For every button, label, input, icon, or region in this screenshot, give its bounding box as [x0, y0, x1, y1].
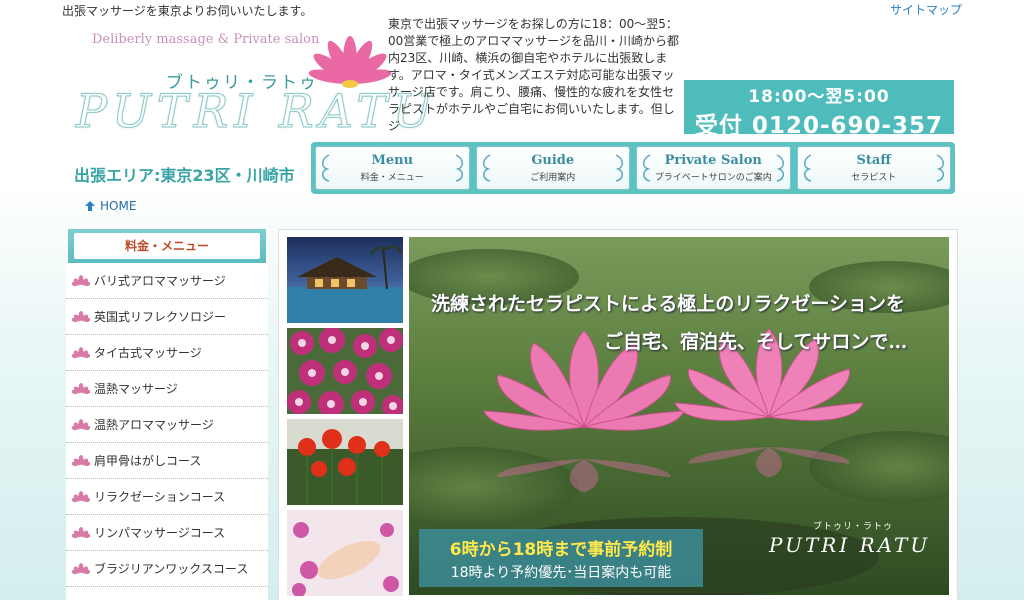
sidebar-item-label: タイ古式マッサージ — [94, 346, 202, 360]
site-logo[interactable]: Deliberly massage & Private salon ブトゥリ・ラ… — [70, 26, 433, 144]
orchid-flowers-thumbnail[interactable] — [287, 328, 403, 414]
sidebar-heading: 料金・メニュー — [74, 233, 260, 259]
ornament-icon — [643, 154, 651, 182]
ornament-icon — [455, 154, 463, 182]
hero-banner[interactable]: 洗練されたセラピストによる極上のリラクゼーションを ご自宅、宿泊先、そしてサロン… — [409, 237, 949, 595]
lotus-icon — [72, 490, 90, 502]
hero-headline-1: 洗練されたセラピストによる極上のリラクゼーションを — [431, 293, 906, 315]
nav-guide-label: Guide — [531, 153, 575, 168]
sidebar-item-label: バリ式アロママッサージ — [94, 274, 226, 288]
nav-menu-button[interactable]: Menu 料金・メニュー — [315, 146, 470, 190]
nav-staff-button[interactable]: Staff セラピスト — [796, 146, 951, 190]
nav-menu-label: Menu — [371, 153, 414, 168]
lotus-icon — [72, 310, 90, 322]
sidebar-item-reflexology[interactable]: 英国式リフレクソロジー — [66, 299, 268, 335]
phone-contact-box[interactable]: 18:00〜翌5:00 受付 0120-690-357 — [684, 80, 954, 139]
ornament-icon — [803, 154, 811, 182]
nav-staff-label: Staff — [856, 153, 892, 168]
hero-logo: ブトゥリ・ラトゥ PUTRI RATU — [765, 519, 935, 579]
hero-headline-2: ご自宅、宿泊先、そしてサロンで… — [604, 331, 908, 353]
lotus-icon — [72, 562, 90, 574]
ornament-icon — [615, 154, 623, 182]
sidebar-item-thermal-massage[interactable]: 温熱マッサージ — [66, 371, 268, 407]
sidebar-item-lymph[interactable]: リンパマッサージコース — [66, 515, 268, 551]
ornament-icon — [322, 154, 330, 182]
phone-number: 受付 0120-690-357 — [694, 113, 944, 139]
ornament-icon — [776, 154, 784, 182]
foot-petals-thumbnail[interactable] — [287, 510, 403, 596]
sidebar-item-brazilian-wax[interactable]: ブラジリアンワックスコース — [66, 551, 268, 587]
sidebar: 料金・メニュー バリ式アロママッサージ 英国式リフレクソロジー タイ古式マッサー… — [66, 229, 268, 600]
lotus-icon — [72, 418, 90, 430]
lotus-icon — [72, 526, 90, 538]
hero-logo-wordmark: PUTRI RATU — [769, 533, 931, 557]
main-nav: Menu 料金・メニュー Guide ご利用案内 Private Salon プ… — [311, 142, 955, 194]
sidebar-item-label: ブラジリアンワックスコース — [94, 562, 249, 576]
nav-guide-sublabel: ご利用案内 — [530, 173, 576, 183]
breadcrumb-home-link[interactable]: HOME — [84, 199, 136, 213]
logo-subtitle: Deliberly massage & Private salon — [92, 32, 320, 47]
lotus-icon — [72, 274, 90, 286]
sidebar-item-thermal-aroma[interactable]: 温熱アロママッサージ — [66, 407, 268, 443]
resort-pool-thumbnail[interactable] — [287, 237, 403, 323]
ornament-icon — [482, 154, 490, 182]
site-tagline: 出張マッサージを東京よりお伺いいたします。 — [62, 4, 313, 18]
lotus-icon — [72, 346, 90, 358]
nav-guide-button[interactable]: Guide ご利用案内 — [475, 146, 630, 190]
sidebar-item-bali-aroma[interactable]: バリ式アロママッサージ — [66, 263, 268, 299]
ornament-icon — [936, 154, 944, 182]
sidebar-item-label: 肩甲骨はがしコース — [94, 454, 202, 468]
nav-private-salon-sublabel: プライベートサロンのご案内 — [654, 173, 772, 183]
sidebar-item-label: 英国式リフレクソロジー — [94, 310, 227, 324]
hero-logo-kana: ブトゥリ・ラトゥ — [813, 522, 894, 532]
sidebar-item-label: 温熱アロママッサージ — [94, 418, 214, 432]
sidebar-item-label: リラクゼーションコース — [94, 490, 226, 504]
nav-private-salon-button[interactable]: Private Salon プライベートサロンのご案内 — [636, 146, 791, 190]
sidebar-heading-box: 料金・メニュー — [68, 229, 266, 263]
breadcrumb-home-label: HOME — [100, 199, 137, 213]
lotus-icon — [72, 382, 90, 394]
nav-staff-sublabel: セラピスト — [851, 173, 897, 183]
thumbnail-column — [287, 237, 405, 600]
business-hours: 18:00〜翌5:00 — [748, 87, 890, 107]
nav-menu-sublabel: 料金・メニュー — [360, 173, 424, 183]
nav-private-salon-label: Private Salon — [664, 153, 762, 168]
reservation-banner: 6時から18時まで事前予約制 18時より予約優先･当日案内も可能 — [419, 529, 703, 587]
sitemap-link[interactable]: サイトマップ — [890, 1, 962, 18]
sidebar-item-shoulder-blade[interactable]: 肩甲骨はがしコース — [66, 443, 268, 479]
intro-text: 東京で出張マッサージをお探しの方に18：00〜翌5：00営業で極上のアロママッサ… — [388, 17, 680, 133]
reservation-banner-line2: 18時より予約優先･当日案内も可能 — [450, 565, 672, 581]
red-flowers-thumbnail[interactable] — [287, 419, 403, 505]
sidebar-item-thai-massage[interactable]: タイ古式マッサージ — [66, 335, 268, 371]
logo-wordmark: PUTRI RATU — [76, 84, 438, 139]
reservation-banner-line1: 6時から18時まで事前予約制 — [449, 540, 673, 560]
service-area: 出張エリア:東京23区・川崎市 — [74, 166, 295, 185]
main-content: 洗練されたセラピストによる極上のリラクゼーションを ご自宅、宿泊先、そしてサロン… — [278, 229, 958, 600]
lotus-icon — [72, 454, 90, 466]
home-arrow-icon — [85, 201, 95, 211]
sidebar-item-label: リンパマッサージコース — [94, 526, 226, 540]
sidebar-item-relaxation[interactable]: リラクゼーションコース — [66, 479, 268, 515]
sidebar-item-label: 温熱マッサージ — [94, 382, 178, 396]
